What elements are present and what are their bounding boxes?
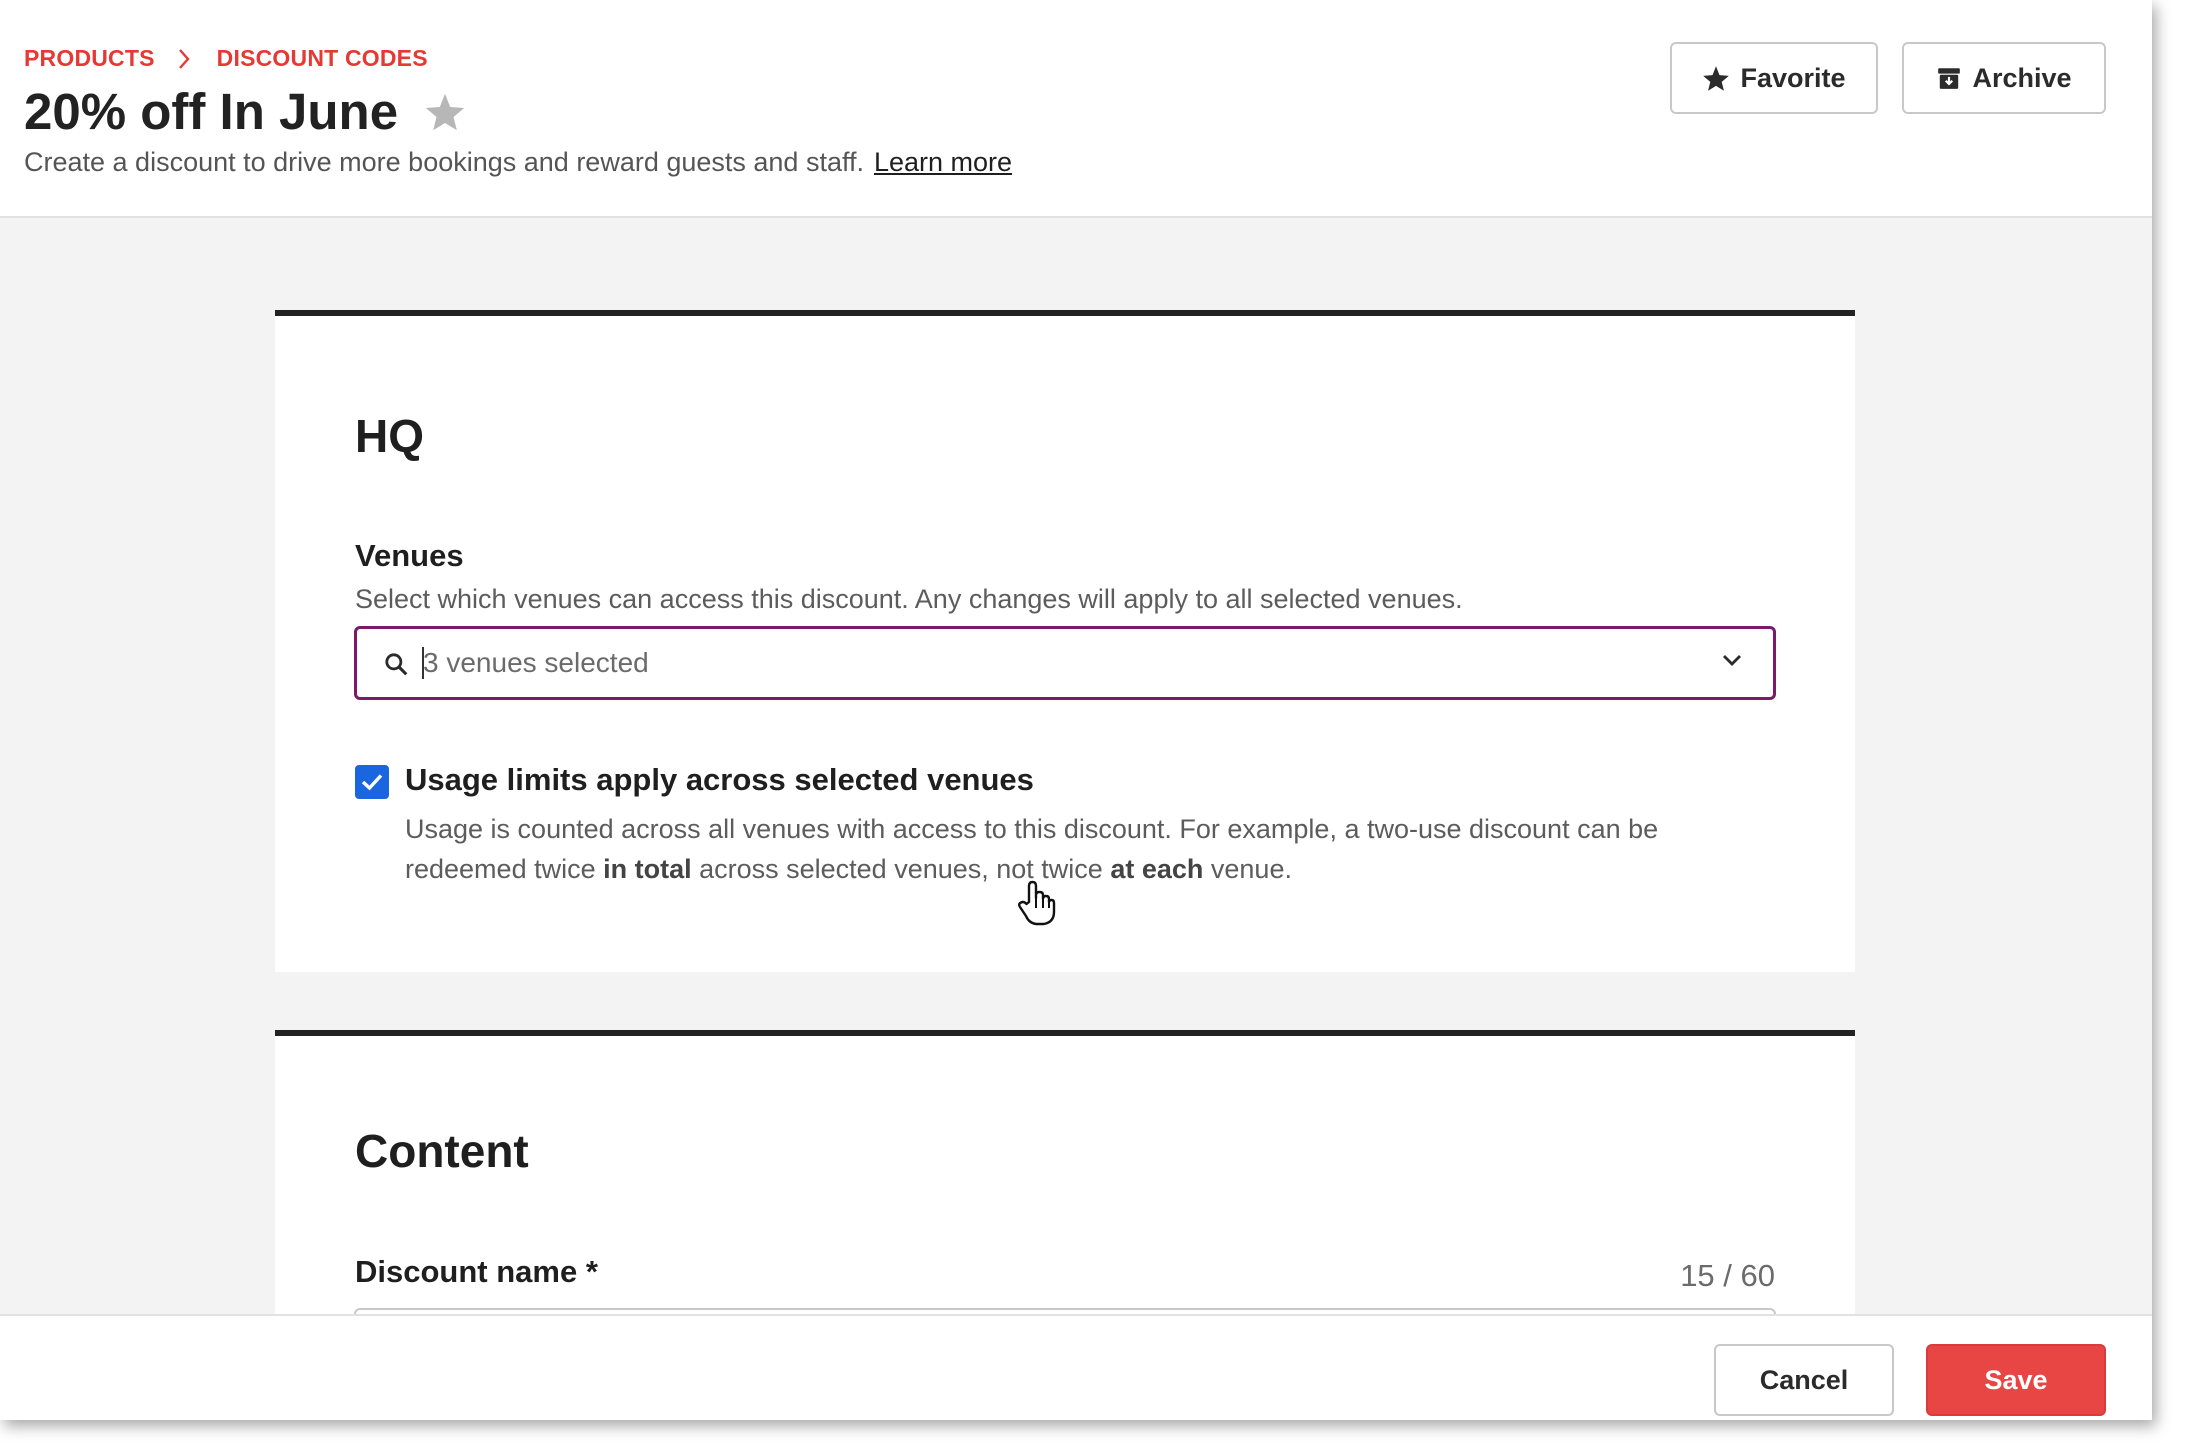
content-title: Content xyxy=(355,1125,529,1177)
favorite-button[interactable]: Favorite xyxy=(1670,42,1878,114)
search-icon xyxy=(383,651,409,677)
venues-label: Venues xyxy=(355,538,464,573)
star-icon xyxy=(1702,65,1730,92)
chevron-right-icon xyxy=(177,48,191,70)
usage-limits-help: Usage is counted across all venues with … xyxy=(405,809,1725,889)
archive-icon xyxy=(1936,65,1962,91)
breadcrumb-discount-codes[interactable]: DISCOUNT CODES xyxy=(217,45,428,72)
usage-help-bold-total: in total xyxy=(603,854,692,884)
usage-limits-label[interactable]: Usage limits apply across selected venue… xyxy=(405,762,1034,798)
archive-label: Archive xyxy=(1972,62,2072,93)
breadcrumb: PRODUCTS DISCOUNT CODES xyxy=(24,45,428,72)
footer-bar: Cancel Save xyxy=(0,1314,2152,1420)
discount-name-char-count: 15 / 60 xyxy=(1680,1258,1775,1293)
breadcrumb-products[interactable]: PRODUCTS xyxy=(24,45,155,72)
cancel-button[interactable]: Cancel xyxy=(1714,1344,1894,1416)
favorite-label: Favorite xyxy=(1740,62,1846,93)
text-caret xyxy=(422,647,424,679)
venues-select[interactable]: 3 venues selected xyxy=(354,626,1776,700)
hq-title: HQ xyxy=(355,410,424,462)
app-window: PRODUCTS DISCOUNT CODES 20% off In June … xyxy=(0,0,2152,1420)
checkmark-icon xyxy=(360,772,384,792)
venues-select-value: 3 venues selected xyxy=(423,647,649,678)
discount-name-label: Discount name * xyxy=(355,1254,598,1289)
subtitle-text: Create a discount to drive more bookings… xyxy=(24,147,864,177)
hq-card: HQ Venues Select which venues can access… xyxy=(275,310,1855,972)
save-button[interactable]: Save xyxy=(1926,1344,2106,1416)
page-header: PRODUCTS DISCOUNT CODES 20% off In June … xyxy=(0,0,2152,218)
usage-help-part3: venue. xyxy=(1203,854,1292,884)
star-outline-icon[interactable] xyxy=(424,92,466,132)
page-title-text: 20% off In June xyxy=(24,83,399,140)
usage-limits-checkbox[interactable] xyxy=(355,765,389,799)
learn-more-link[interactable]: Learn more xyxy=(874,147,1012,177)
venues-help-text: Select which venues can access this disc… xyxy=(355,584,1463,614)
page-subtitle: Create a discount to drive more bookings… xyxy=(24,147,1012,178)
page-title: 20% off In June xyxy=(24,82,466,141)
usage-help-bold-each: at each xyxy=(1110,854,1204,884)
chevron-down-icon[interactable] xyxy=(1721,653,1743,667)
hand-cursor-icon xyxy=(1017,880,1057,931)
archive-button[interactable]: Archive xyxy=(1902,42,2106,114)
